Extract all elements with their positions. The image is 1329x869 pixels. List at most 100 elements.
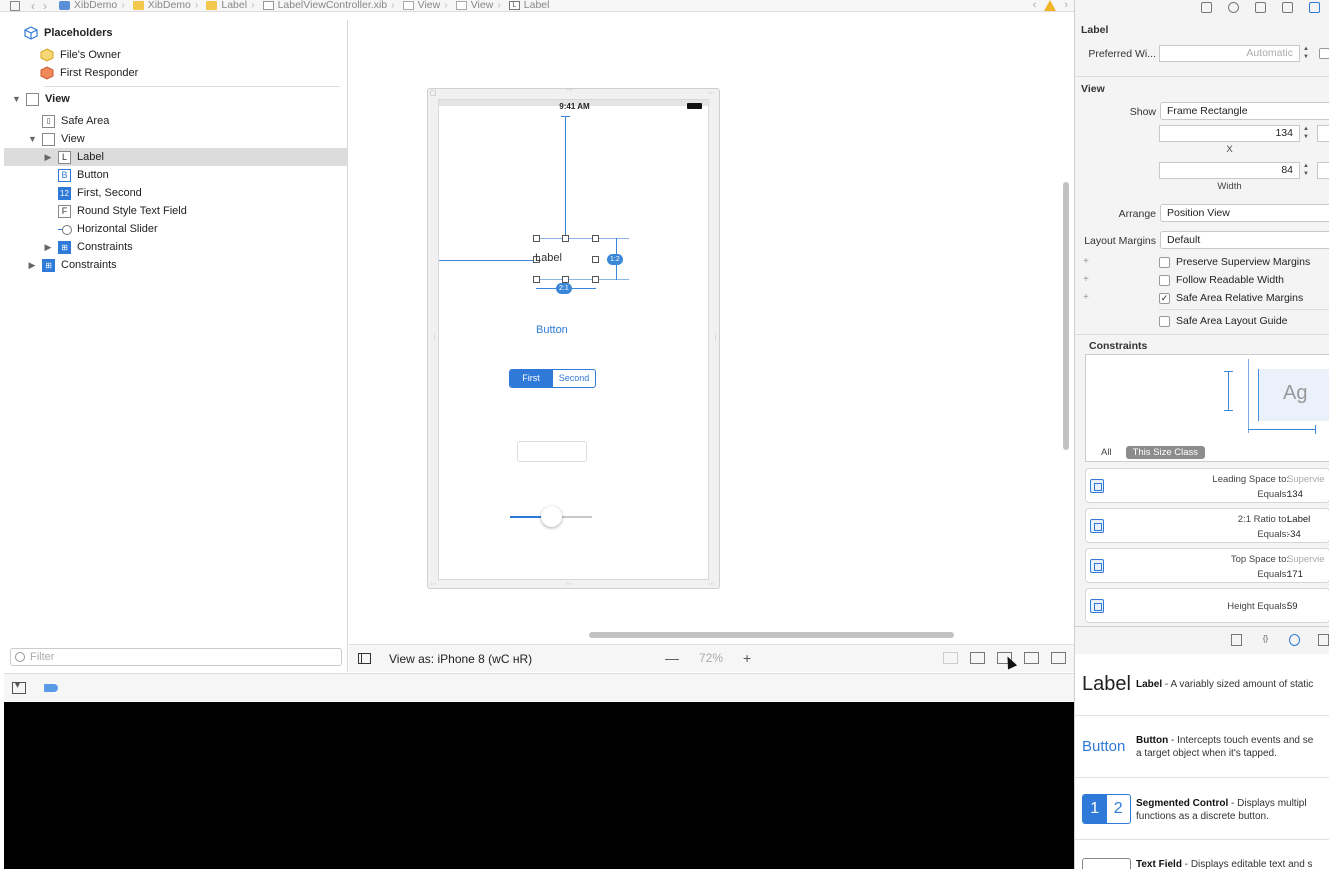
embed-in-icon[interactable] — [943, 652, 958, 664]
disclosure-open-icon[interactable]: ▼ — [12, 94, 21, 104]
resize-dots[interactable]: ⋯ — [430, 581, 437, 588]
outline-safe-area[interactable]: ▯ Safe Area — [4, 112, 348, 130]
canvas-horizontal-scrollbar[interactable] — [589, 632, 954, 638]
toggle-outline-icon[interactable] — [358, 653, 371, 664]
breadcrumb-item[interactable]: View — [418, 0, 441, 11]
object-library-icon[interactable] — [1289, 633, 1300, 646]
constraint-row-ratio[interactable]: 2:1 Ratio to: Label Equals: -34 — [1085, 508, 1329, 543]
back-nav-icon[interactable]: ‹ — [31, 0, 35, 11]
outline-first-responder[interactable]: First Responder — [4, 64, 348, 82]
preserve-margins-checkbox[interactable] — [1159, 256, 1170, 268]
library-item-segmented-control[interactable]: 1 2 Segmented Control - Displays multipl… — [1075, 778, 1329, 840]
plus-icon[interactable]: + — [1083, 292, 1089, 303]
outline-filter-field[interactable]: Filter — [10, 648, 342, 666]
breadcrumb-item[interactable]: View — [471, 0, 494, 11]
hide-debug-area-icon[interactable] — [12, 680, 26, 694]
zoom-in-button[interactable]: + — [743, 650, 751, 666]
resize-dots[interactable]: ⋯ — [566, 581, 573, 588]
plus-icon[interactable]: + — [1083, 256, 1089, 267]
selected-label[interactable]: Label — [535, 252, 562, 264]
resize-handle[interactable] — [592, 256, 599, 263]
constraint-row-top[interactable]: Top Space to: Supervie Equals: 171 — [1085, 548, 1329, 583]
layout-margins-popup[interactable]: Default — [1160, 231, 1329, 249]
preferred-width-field[interactable]: Automatic — [1159, 45, 1300, 62]
breadcrumb-item[interactable]: XibDemo — [74, 0, 117, 11]
height-field[interactable] — [1317, 162, 1329, 179]
disclosure-closed-icon[interactable]: ▶ — [44, 242, 52, 253]
debug-console[interactable] — [4, 702, 1074, 869]
file-template-icon[interactable] — [1231, 633, 1242, 646]
leading-space-constraint[interactable] — [439, 260, 536, 261]
safe-margins-row[interactable]: ✓ Safe Area Relative Margins — [1159, 292, 1303, 304]
safe-area-guide-row[interactable]: Safe Area Layout Guide — [1159, 315, 1288, 327]
resize-handle-icon[interactable]: ▢ — [430, 90, 437, 97]
media-library-icon[interactable] — [1318, 633, 1329, 646]
readable-width-row[interactable]: Follow Readable Width — [1159, 274, 1284, 286]
constraint-row-height[interactable]: Height Equals: 59 — [1085, 588, 1329, 623]
outline-constraints-outer[interactable]: ▶ ⊞ Constraints — [4, 256, 348, 274]
breadcrumb-item[interactable]: LabelViewController.xib — [278, 0, 388, 11]
top-space-constraint[interactable] — [565, 116, 566, 238]
outline-placeholders[interactable]: Placeholders — [4, 24, 348, 42]
breadcrumb-item[interactable]: XibDemo — [148, 0, 191, 11]
resize-dots[interactable]: ⋮ — [712, 334, 719, 341]
help-inspector-icon[interactable] — [1228, 1, 1239, 13]
x-field[interactable]: 134 — [1159, 125, 1300, 142]
ratio-constraint-badge[interactable]: 1:2 — [607, 254, 623, 265]
segment-first[interactable]: First — [510, 370, 552, 387]
constraint-row-leading[interactable]: Leading Space to: Supervie Equals: 134 — [1085, 468, 1329, 503]
library-item-button[interactable]: Button Button - Intercepts touch events … — [1075, 716, 1329, 778]
outline-button[interactable]: B Button — [4, 166, 348, 184]
warning-icon[interactable] — [1044, 0, 1057, 11]
resize-dots[interactable]: ⋮ — [431, 334, 438, 341]
y-field[interactable] — [1317, 125, 1329, 142]
disclosure-closed-icon[interactable]: ▶ — [44, 152, 52, 163]
resize-handle[interactable] — [533, 235, 540, 242]
resize-handle[interactable] — [592, 276, 599, 283]
next-issue-icon[interactable]: › — [1064, 0, 1068, 11]
resize-handle[interactable] — [562, 276, 569, 283]
resolve-issues-icon[interactable] — [1051, 652, 1066, 664]
resize-handle[interactable] — [592, 235, 599, 242]
stepper-icon[interactable]: ▲ ▼ — [1301, 45, 1311, 62]
tab-all[interactable]: All — [1101, 447, 1112, 458]
canvas-segmented-control[interactable]: First Second — [509, 369, 596, 388]
breadcrumb-item[interactable]: Label — [524, 0, 550, 11]
tab-this-size-class[interactable]: This Size Class — [1125, 445, 1206, 459]
safe-margins-checkbox[interactable]: ✓ — [1159, 292, 1170, 304]
arrange-popup[interactable]: Position View — [1160, 204, 1329, 222]
outline-segmented[interactable]: 12 First, Second — [4, 184, 348, 202]
constraints-diagram[interactable]: Ag All This Size Class — [1085, 354, 1329, 462]
resize-dots[interactable]: ⋯ — [708, 581, 715, 588]
disclosure-closed-icon[interactable]: ▶ — [28, 260, 36, 271]
interface-builder-canvas[interactable]: ▢ ⋯ ⋯ ⋮ ⋮ ⋯ ⋯ ⋯ 9:41 AM Label 1:2 2:1 Bu… — [349, 20, 1059, 628]
forward-nav-icon[interactable]: › — [43, 0, 47, 11]
safe-area-guide-checkbox[interactable] — [1159, 315, 1170, 327]
attributes-inspector-icon[interactable] — [1282, 1, 1293, 13]
canvas-vertical-scrollbar[interactable] — [1063, 182, 1069, 450]
resize-dots[interactable]: ⋯ — [708, 90, 715, 97]
slider-thumb[interactable] — [541, 506, 562, 527]
outline-subview[interactable]: ▼ View — [4, 130, 348, 148]
outline-slider[interactable]: Horizontal Slider — [4, 220, 348, 238]
stack-icon[interactable] — [970, 652, 985, 664]
file-inspector-icon[interactable] — [1201, 1, 1212, 13]
width-constraint-badge[interactable]: 2:1 — [556, 283, 572, 294]
outline-files-owner[interactable]: File's Owner — [4, 46, 348, 64]
breakpoint-tag-icon[interactable] — [44, 683, 58, 692]
prev-issue-icon[interactable]: ‹ — [1033, 0, 1037, 11]
outline-constraints-inner[interactable]: ▶ ⊞ Constraints — [4, 238, 348, 256]
readable-width-checkbox[interactable] — [1159, 274, 1170, 286]
disclosure-open-icon[interactable]: ▼ — [28, 134, 37, 144]
stepper-icon[interactable]: ▲ ▼ — [1301, 125, 1311, 142]
add-constraints-icon[interactable] — [1024, 652, 1039, 664]
explicit-width-checkbox[interactable] — [1319, 48, 1329, 59]
size-inspector-icon[interactable] — [1309, 1, 1320, 13]
resize-handle[interactable] — [533, 276, 540, 283]
related-items-icon[interactable] — [10, 0, 20, 11]
zoom-out-button[interactable]: — — [665, 650, 679, 666]
device-frame[interactable]: ▢ ⋯ ⋯ ⋮ ⋮ ⋯ ⋯ ⋯ 9:41 AM Label 1:2 2:1 Bu… — [427, 87, 720, 589]
preserve-margins-row[interactable]: Preserve Superview Margins — [1159, 256, 1310, 268]
library-item-text-field[interactable]: Text Field - Displays editable text and … — [1075, 840, 1329, 869]
segment-second[interactable]: Second — [552, 370, 595, 387]
